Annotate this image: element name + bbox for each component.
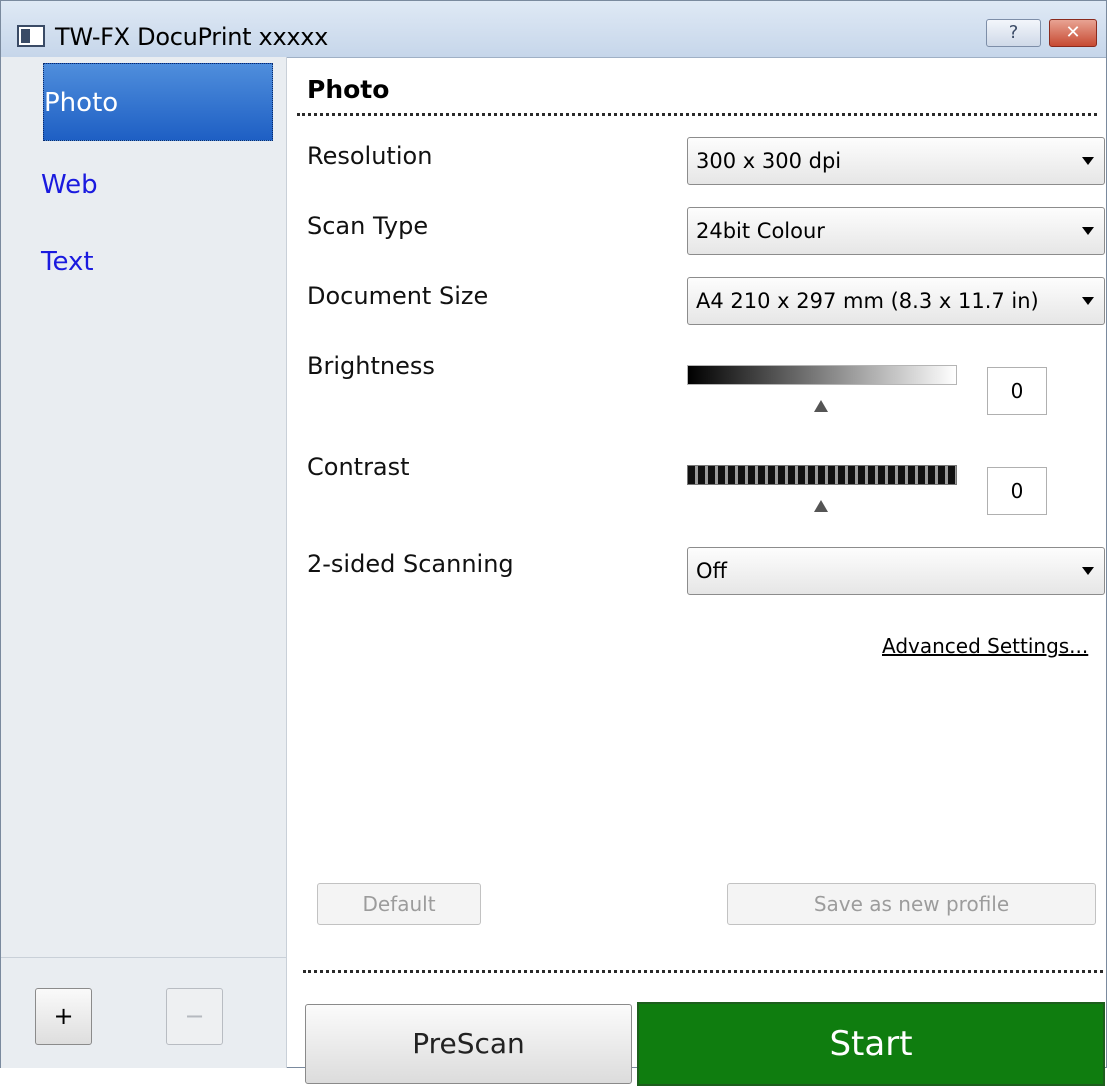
scan-type-label: Scan Type	[307, 212, 429, 240]
title-divider	[297, 113, 1097, 116]
advanced-settings-link[interactable]: Advanced Settings...	[882, 634, 1088, 658]
sidebar-item-label: Web	[41, 170, 98, 200]
page-title: Photo	[307, 75, 390, 104]
document-size-label: Document Size	[307, 282, 489, 310]
two-sided-value: Off	[696, 559, 727, 583]
brightness-input[interactable]: 0	[987, 367, 1047, 415]
document-size-select[interactable]: A4 210 x 297 mm (8.3 x 11.7 in)	[687, 277, 1105, 325]
sidebar-item-label: Photo	[44, 88, 119, 118]
brightness-label: Brightness	[307, 352, 435, 380]
sidebar-item-text[interactable]: Text	[1, 223, 286, 301]
chevron-down-icon	[1082, 567, 1094, 575]
scan-type-value: 24bit Colour	[696, 219, 825, 243]
document-size-value: A4 210 x 297 mm (8.3 x 11.7 in)	[696, 289, 1039, 313]
contrast-slider-track[interactable]	[687, 465, 957, 485]
window-title: TW-FX DocuPrint xxxxx	[55, 23, 329, 51]
bottom-divider	[303, 970, 1103, 973]
title-bar[interactable]: TW-FX DocuPrint xxxxx ? ✕	[1, 1, 1106, 58]
two-sided-select[interactable]: Off	[687, 547, 1105, 595]
brightness-slider-track[interactable]	[687, 365, 957, 385]
two-sided-label: 2-sided Scanning	[307, 550, 514, 578]
scanner-window: TW-FX DocuPrint xxxxx ? ✕ Photo Web Text…	[0, 0, 1107, 1086]
sidebar-footer: + −	[1, 957, 286, 1069]
add-profile-button[interactable]: +	[35, 988, 92, 1045]
default-button[interactable]: Default	[317, 883, 481, 925]
prescan-button[interactable]: PreScan	[305, 1004, 632, 1084]
sidebar-item-photo[interactable]: Photo	[43, 63, 273, 141]
resolution-value: 300 x 300 dpi	[696, 149, 842, 173]
brightness-slider-thumb[interactable]	[814, 400, 828, 412]
app-icon	[17, 25, 45, 47]
contrast-label: Contrast	[307, 453, 410, 481]
resolution-label: Resolution	[307, 142, 433, 170]
help-button[interactable]: ?	[986, 19, 1041, 47]
contrast-slider-thumb[interactable]	[814, 500, 828, 512]
settings-panel: Photo Resolution 300 x 300 dpi Scan Type…	[287, 57, 1106, 1086]
sidebar-item-web[interactable]: Web	[1, 146, 286, 224]
start-button[interactable]: Start	[637, 1002, 1105, 1086]
remove-profile-button[interactable]: −	[166, 988, 223, 1045]
chevron-down-icon	[1082, 157, 1094, 165]
contrast-input[interactable]: 0	[987, 467, 1047, 515]
resolution-select[interactable]: 300 x 300 dpi	[687, 137, 1105, 185]
chevron-down-icon	[1082, 227, 1094, 235]
chevron-down-icon	[1082, 297, 1094, 305]
scan-type-select[interactable]: 24bit Colour	[687, 207, 1105, 255]
save-profile-button[interactable]: Save as new profile	[727, 883, 1096, 925]
profile-sidebar: Photo Web Text + −	[1, 57, 287, 1068]
sidebar-item-label: Text	[41, 247, 94, 277]
close-button[interactable]: ✕	[1049, 19, 1097, 47]
